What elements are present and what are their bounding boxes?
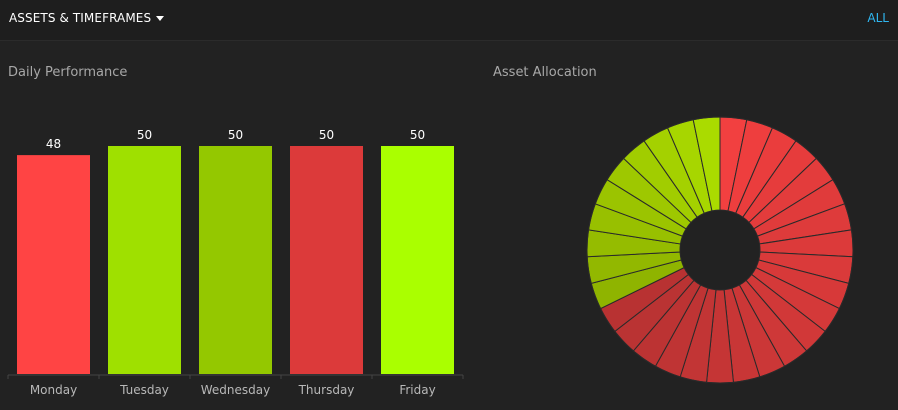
bar-value-label: 50 [137,128,152,142]
daily-performance-title: Daily Performance [8,65,128,80]
bar-value-label: 50 [319,128,334,142]
bar-thursday[interactable] [290,146,363,374]
all-link[interactable]: ALL [867,11,889,25]
category-label: Tuesday [119,383,169,397]
category-label: Wednesday [201,383,270,397]
bar-friday[interactable] [381,146,454,374]
caret-down-icon [156,16,165,21]
daily-performance-chart: 48 Monday 50 Tuesday 50 Wednesday 50 Thursday 50… [7,128,464,397]
bar-monday[interactable] [17,155,90,374]
top-bar: ASSETS & TIMEFRAMES ALL [0,0,898,41]
assets-timeframes-label: ASSETS & TIMEFRAMES [9,11,152,25]
assets-timeframes-dropdown[interactable]: ASSETS & TIMEFRAMES [9,11,165,25]
asset-allocation-chart [586,116,854,384]
category-label: Monday [30,383,77,397]
bar-value-label: 50 [228,128,243,142]
bar-value-label: 48 [46,137,61,151]
category-label: Thursday [298,383,355,397]
bar-wednesday[interactable] [199,146,272,374]
bar-tuesday[interactable] [108,146,181,374]
bar-value-label: 50 [410,128,425,142]
asset-allocation-title: Asset Allocation [493,65,597,80]
category-label: Friday [399,383,435,397]
